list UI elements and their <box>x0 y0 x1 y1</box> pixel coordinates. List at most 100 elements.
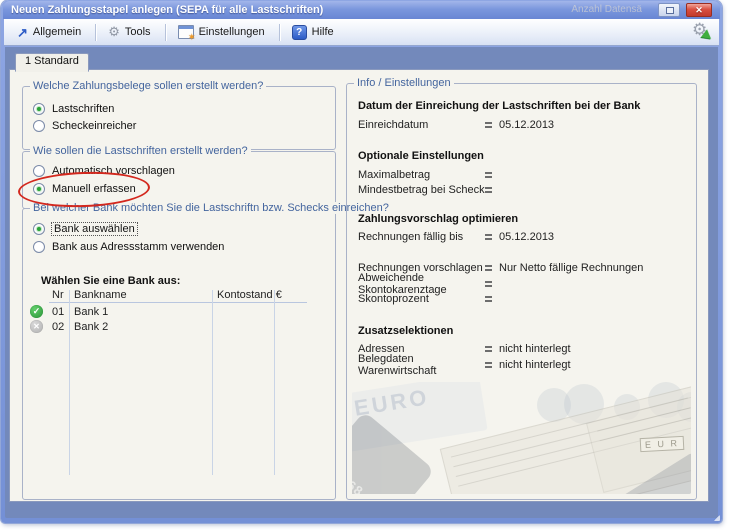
radio-label: Scheckeinreicher <box>52 120 136 132</box>
toolbar-button-hilfe[interactable]: ? Hilfe <box>286 21 343 44</box>
toolbar: ↗ Allgemein ⚙ Tools ✶ Einstellungen ? Hi… <box>4 19 719 46</box>
bank-table-caption: Wählen Sie eine Bank aus: <box>41 275 180 287</box>
main-area: 1 Standard Welche Zahlungsbelege sollen … <box>5 47 718 518</box>
field-skontoprozent: Skontoprozent <box>358 292 688 305</box>
field-maximalbetrag: Maximalbetrag <box>358 168 688 181</box>
euro-money-watermark: EURO E U R 1968 <box>352 382 691 494</box>
radio-label: Bank aus Adressstamm verwenden <box>52 241 224 253</box>
field-value[interactable]: nicht hinterlegt <box>499 343 571 355</box>
field-belegdaten-warenwirtschaft: Belegdaten Warenwirtschaft nicht hinterl… <box>358 358 688 371</box>
column-header-bankname: Bankname <box>74 289 127 301</box>
field-label: Rechnungen fällig bis <box>358 231 485 243</box>
field-abweichende-skontokarenztage: Abweichende Skontokarenztage <box>358 277 688 290</box>
toolbar-separator <box>95 24 97 41</box>
coin-icon <box>614 394 640 420</box>
coin-icon <box>537 388 571 422</box>
calculator-display: 1968 <box>352 468 366 494</box>
inactive-cross-icon: ✕ <box>30 320 43 333</box>
arrow-up-right-icon: ↗ <box>17 27 28 38</box>
radio-icon <box>33 165 45 177</box>
field-rechnungen-faellig-bis: Rechnungen fällig bis 05.12.2013 <box>358 230 688 243</box>
radio-label: Lastschriften <box>52 103 114 115</box>
toolbar-button-tools[interactable]: ⚙ Tools <box>102 22 159 42</box>
toolbar-button-label: Hilfe <box>312 26 334 38</box>
equals-marker-icon[interactable] <box>485 362 492 368</box>
pen-shape <box>600 451 691 494</box>
active-check-icon: ✓ <box>30 305 43 318</box>
column-header-nr: Nr <box>52 289 64 301</box>
field-value[interactable]: Nur Netto fällige Rechnungen <box>499 262 643 274</box>
toolbar-button-label: Einstellungen <box>199 26 265 38</box>
field-label: Maximalbetrag <box>358 169 485 181</box>
coin-icon <box>677 392 691 422</box>
payment-slip-shape <box>440 386 691 494</box>
payment-slip-shape <box>586 382 691 493</box>
watermark-euro-text: EURO <box>352 384 431 422</box>
group-title: Welche Zahlungsbelege sollen erstellt we… <box>30 80 266 92</box>
tab-standard[interactable]: 1 Standard <box>15 53 89 72</box>
group-title: Wie sollen die Lastschriften erstellt we… <box>30 145 251 157</box>
equals-marker-icon[interactable] <box>485 187 492 193</box>
group-info-einstellungen: Info / Einstellungen Datum der Einreichu… <box>346 83 697 500</box>
equals-marker-icon[interactable] <box>485 265 492 271</box>
column-divider <box>212 290 213 475</box>
toolbar-button-einstellungen[interactable]: ✶ Einstellungen <box>172 21 274 43</box>
radio-bank-aus-adressstamm[interactable]: Bank aus Adressstamm verwenden <box>33 239 224 254</box>
maximize-button[interactable] <box>658 3 680 17</box>
calculator-shape: 1968 <box>352 411 435 494</box>
settings-window-titlebar <box>179 26 193 29</box>
tab-label: 1 Standard <box>25 55 79 67</box>
resize-grip[interactable] <box>714 515 720 521</box>
column-divider <box>274 290 275 475</box>
close-button[interactable]: ✕ <box>686 3 712 17</box>
equals-marker-icon[interactable] <box>485 346 492 352</box>
radio-label: Manuell erfassen <box>52 183 136 195</box>
radio-icon <box>33 120 45 132</box>
banknote-shape <box>352 382 488 453</box>
toolbar-button-allgemein[interactable]: ↗ Allgemein <box>11 22 90 42</box>
column-divider <box>69 290 70 475</box>
group-title: Info / Einstellungen <box>354 77 454 89</box>
table-header-divider <box>49 302 307 303</box>
background-ghost-text: Anzahl Datensä <box>571 1 642 19</box>
column-header-kontostand: Kontostand € <box>217 289 282 301</box>
radio-manuell-erfassen[interactable]: Manuell erfassen <box>33 181 136 196</box>
group-erstellungsart: Wie sollen die Lastschriften erstellt we… <box>22 151 336 209</box>
radio-scheckeinreicher[interactable]: Scheckeinreicher <box>33 118 136 133</box>
equals-marker-icon[interactable] <box>485 172 492 178</box>
toolbar-button-label: Tools <box>125 26 151 38</box>
titlebar[interactable]: Neuen Zahlungsstapel anlegen (SEPA für a… <box>3 1 720 19</box>
equals-marker-icon[interactable] <box>485 122 492 128</box>
coin-icon <box>564 384 604 424</box>
cell-nr: 01 <box>52 306 64 318</box>
equals-marker-icon[interactable] <box>485 234 492 240</box>
settings-star-icon: ✶ <box>188 33 196 42</box>
group-zahlungsbelege: Welche Zahlungsbelege sollen erstellt we… <box>22 86 336 150</box>
radio-lastschriften[interactable]: Lastschriften <box>33 101 114 116</box>
equals-marker-icon[interactable] <box>485 281 492 287</box>
settings-window-icon: ✶ <box>178 25 194 39</box>
cell-nr: 02 <box>52 321 64 333</box>
radio-icon <box>33 241 45 253</box>
section-heading: Zusatzselektionen <box>358 325 453 337</box>
gear-icon: ⚙ <box>108 26 120 38</box>
toolbar-separator <box>279 24 281 41</box>
field-value[interactable]: 05.12.2013 <box>499 231 554 243</box>
field-label: Belegdaten Warenwirtschaft <box>358 353 485 377</box>
eur-chip-label: E U R <box>640 436 685 452</box>
equals-marker-icon[interactable] <box>485 296 492 302</box>
field-mindestbetrag-scheck: Mindestbetrag bei Scheck <box>358 183 688 196</box>
radio-automatisch-vorschlagen[interactable]: Automatisch vorschlagen <box>33 163 175 178</box>
radio-icon-selected <box>33 223 45 235</box>
maximize-icon <box>666 7 674 14</box>
field-label: Mindestbetrag bei Scheck <box>358 184 485 196</box>
radio-label: Automatisch vorschlagen <box>52 165 175 177</box>
field-value[interactable]: nicht hinterlegt <box>499 359 571 371</box>
radio-icon-selected <box>33 183 45 195</box>
toolbar-separator <box>165 24 167 41</box>
field-value[interactable]: 05.12.2013 <box>499 119 554 131</box>
group-title: Bei welcher Bank möchten Sie die Lastsch… <box>30 202 392 214</box>
execute-button[interactable]: ⚙ <box>692 23 712 41</box>
radio-bank-auswaehlen[interactable]: Bank auswählen <box>33 221 137 236</box>
field-label: Skontoprozent <box>358 293 485 305</box>
